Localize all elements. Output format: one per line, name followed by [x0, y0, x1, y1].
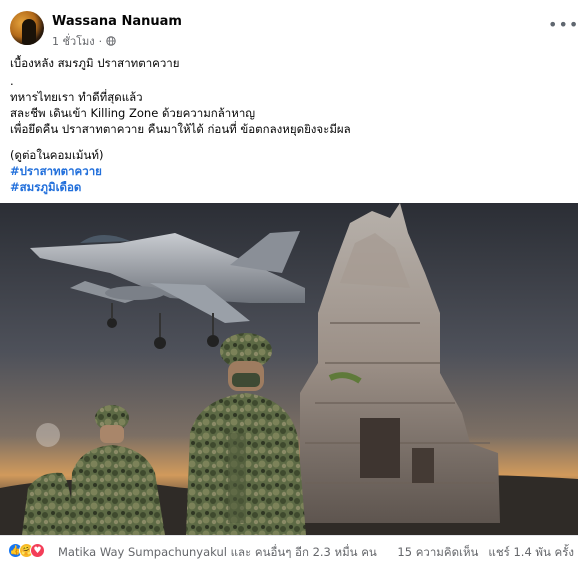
post-photo[interactable]: [0, 203, 578, 535]
meta-separator: ·: [98, 34, 103, 48]
post-footer: 👍 🤗 ♥ Matika Way Sumpachunyakul และ คนอื…: [0, 535, 578, 566]
hashtag-link[interactable]: #ปราสาทตาควาย: [10, 163, 565, 179]
author-name[interactable]: Wassana Nanuam: [52, 14, 182, 29]
post-text-line: สละชีพ เดินเข้า Killing Zone ด้วยความกล้…: [10, 106, 256, 120]
reaction-icons[interactable]: 👍 🤗 ♥: [8, 543, 45, 558]
photo-illustration: [0, 203, 578, 535]
post-meta: 1 ชั่วโมง ·: [52, 32, 116, 50]
love-icon[interactable]: ♥: [30, 543, 45, 558]
post-title-line: เบื้องหลัง สมรภูมิ ปราสาทตาควาย: [10, 56, 180, 70]
avatar-silhouette: [22, 19, 36, 45]
author-avatar[interactable]: [10, 11, 44, 45]
post-header: Wassana Nanuam 1 ชั่วโมง · •••: [10, 11, 578, 50]
ghost-figure: [36, 423, 60, 447]
globe-icon: [106, 36, 116, 46]
more-options-icon[interactable]: •••: [548, 17, 578, 33]
post-text-line: ทหารไทยเรา ทำดีที่สุดแล้ว: [10, 90, 143, 104]
engagement-counts: 15 ความคิดเห็น แชร์ 1.4 พัน ครั้ง: [397, 544, 574, 562]
see-comments-line: (ดูต่อในคอมเม้นท์): [10, 148, 104, 162]
shares-count[interactable]: แชร์ 1.4 พัน ครั้ง: [488, 544, 574, 562]
post-text-line: เพื่อยึดคืน ปราสาทตาควาย คืนมาให้ได้ ก่อ…: [10, 122, 351, 136]
hashtag-link[interactable]: #สมรภูมิเดือด: [10, 179, 565, 195]
facebook-post-card: Wassana Nanuam 1 ชั่วโมง · ••• เบื้องหลั…: [0, 0, 578, 566]
comments-count[interactable]: 15 ความคิดเห็น: [397, 544, 478, 562]
reactors-summary[interactable]: Matika Way Sumpachunyakul และ คนอื่นๆ อี…: [58, 544, 377, 562]
post-time[interactable]: 1 ชั่วโมง: [52, 32, 95, 50]
post-body: เบื้องหลัง สมรภูมิ ปราสาทตาควาย . ทหารไท…: [10, 55, 565, 195]
post-dot-line: .: [10, 74, 14, 88]
